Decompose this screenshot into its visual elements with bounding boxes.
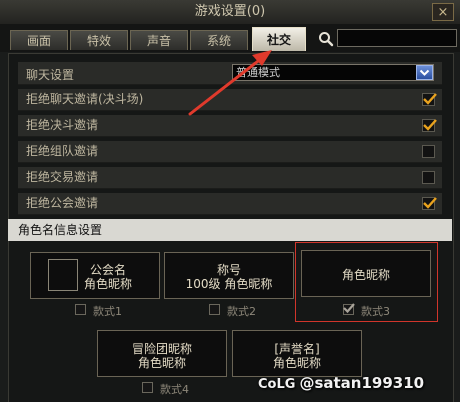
- annotation-arrow-icon: [188, 50, 272, 116]
- watermark-handle: @satan199310: [299, 374, 425, 392]
- watermark-logo: CoLG: [258, 377, 296, 392]
- watermark: CoLG @satan199310: [258, 374, 424, 392]
